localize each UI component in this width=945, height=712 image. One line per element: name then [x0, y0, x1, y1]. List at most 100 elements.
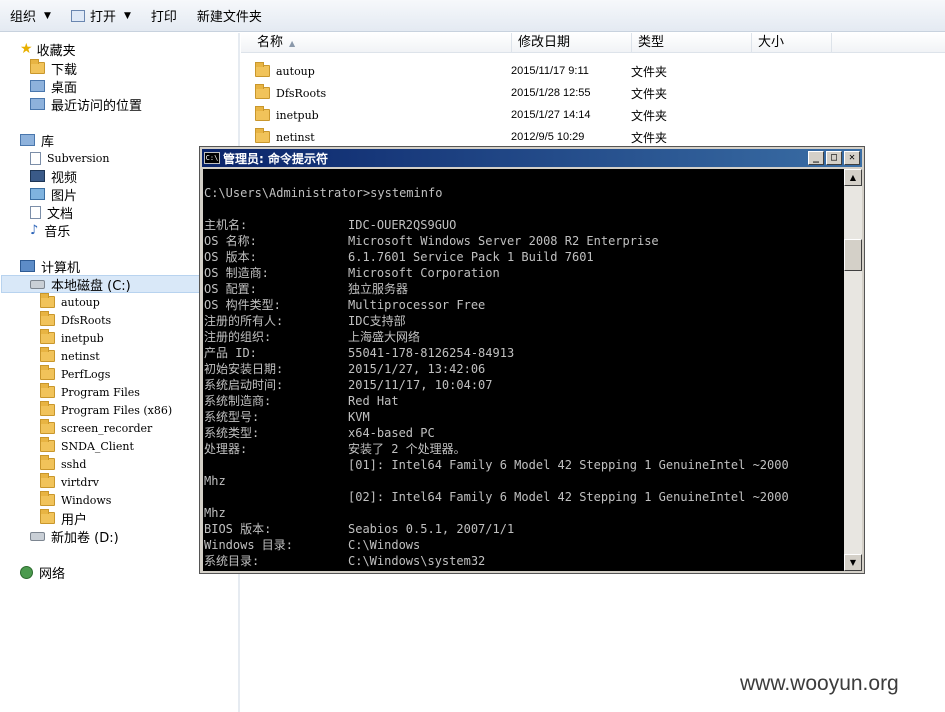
- column-header-modified[interactable]: 修改日期: [512, 33, 632, 53]
- folder-icon: [255, 106, 270, 121]
- scroll-up-icon[interactable]: ▲: [844, 169, 862, 186]
- nav-subversion[interactable]: Subversion: [30, 149, 110, 167]
- nav-computer[interactable]: 计算机: [20, 257, 80, 276]
- chevron-down-icon: ▼: [123, 10, 131, 21]
- systeminfo-key: 产品 ID:: [204, 346, 257, 360]
- nav-folder-users[interactable]: 用户: [40, 509, 87, 528]
- cmd-app-icon[interactable]: C:\: [204, 152, 220, 164]
- systeminfo-value: Multiprocessor Free: [348, 298, 486, 312]
- nav-downloads[interactable]: 下载: [30, 59, 77, 78]
- column-label: 类型: [638, 35, 665, 50]
- folder-icon: [255, 128, 270, 143]
- column-label: 修改日期: [518, 35, 571, 50]
- systeminfo-key: 系统目录:: [204, 554, 260, 568]
- cmd-title-bar[interactable]: C:\ 管理员: 命令提示符 _ □ ✕: [202, 149, 862, 167]
- file-type: 文件夹: [631, 64, 668, 79]
- organize-button[interactable]: 组织 ▼: [0, 4, 61, 28]
- nav-label: Program Files (x86): [61, 403, 173, 417]
- systeminfo-value: Seabios 0.5.1, 2007/1/1: [348, 522, 515, 536]
- nav-desktop[interactable]: 桌面: [30, 77, 78, 96]
- folder-icon: [40, 401, 55, 416]
- column-header-name[interactable]: 名称 ▲: [241, 33, 512, 53]
- systeminfo-value: 安装了 2 个处理器。: [348, 442, 466, 456]
- file-type: 文件夹: [631, 86, 668, 101]
- column-header-size[interactable]: 大小: [752, 33, 832, 53]
- file-row[interactable]: inetpub 2015/1/27 14:14 文件夹: [255, 104, 751, 126]
- column-header-type[interactable]: 类型: [632, 33, 752, 53]
- nav-label: 图片: [51, 188, 78, 204]
- close-button[interactable]: ✕: [844, 151, 860, 165]
- minimize-button[interactable]: _: [808, 151, 824, 165]
- column-label: 大小: [758, 35, 785, 50]
- nav-libraries[interactable]: 库: [20, 131, 54, 150]
- nav-favorites[interactable]: ★ 收藏夹: [20, 40, 76, 59]
- systeminfo-value: C:\Windows\system32: [348, 554, 486, 568]
- nav-label: 桌面: [51, 80, 78, 96]
- video-icon: [30, 170, 45, 182]
- nav-label: screen_recorder: [61, 421, 153, 435]
- folder-icon: [40, 347, 55, 362]
- systeminfo-key: 初始安装日期:: [204, 362, 284, 376]
- nav-folder-screen-recorder[interactable]: screen_recorder: [40, 419, 152, 437]
- organize-label: 组织: [10, 10, 37, 25]
- file-name: DfsRoots: [276, 86, 327, 100]
- document-icon: [30, 205, 41, 219]
- nav-label: 文档: [47, 206, 74, 222]
- systeminfo-value: KVM: [348, 410, 370, 424]
- systeminfo-value: 2015/1/27, 13:42:06: [348, 362, 486, 376]
- nav-folder-dfsroots[interactable]: DfsRoots: [40, 311, 111, 329]
- nav-folder-inetpub[interactable]: inetpub: [40, 329, 104, 347]
- console-scrollbar[interactable]: ▲ ▼: [844, 169, 862, 571]
- systeminfo-value: [02]: Intel64 Family 6 Model 42 Stepping…: [348, 490, 789, 504]
- nav-folder-windows[interactable]: Windows: [40, 491, 111, 509]
- file-row[interactable]: DfsRoots 2015/1/28 12:55 文件夹: [255, 82, 751, 104]
- nav-folder-perflogs[interactable]: PerfLogs: [40, 365, 110, 383]
- folder-icon: [40, 455, 55, 470]
- column-header-bar: 名称 ▲ 修改日期 类型 大小: [241, 33, 945, 53]
- file-name: netinst: [276, 130, 315, 144]
- nav-folder-virtdrv[interactable]: virtdrv: [40, 473, 99, 491]
- nav-music[interactable]: ♪ 音乐: [30, 221, 70, 240]
- file-row[interactable]: autoup 2015/11/17 9:11 文件夹: [255, 60, 751, 82]
- music-icon: ♪: [30, 222, 39, 238]
- open-button[interactable]: 打开 ▼: [61, 4, 141, 28]
- file-name-cell: DfsRoots: [255, 84, 511, 100]
- systeminfo-key: 主机名:: [204, 218, 248, 232]
- systeminfo-key: 处理器:: [204, 442, 248, 456]
- print-button[interactable]: 打印: [141, 4, 187, 28]
- nav-folder-autoup[interactable]: autoup: [40, 293, 100, 311]
- nav-folder-netinst[interactable]: netinst: [40, 347, 100, 365]
- nav-folder-program-files[interactable]: Program Files: [40, 383, 140, 401]
- nav-documents[interactable]: 文档: [30, 203, 74, 222]
- nav-label: inetpub: [61, 331, 104, 345]
- systeminfo-value: 上海盛大网络: [348, 330, 421, 344]
- nav-network[interactable]: 网络: [20, 563, 65, 582]
- window-controls: _ □ ✕: [808, 151, 860, 165]
- command-prompt-window[interactable]: C:\ 管理员: 命令提示符 _ □ ✕ C:\Users\Administra…: [199, 146, 865, 574]
- file-row[interactable]: netinst 2012/9/5 10:29 文件夹: [255, 126, 751, 148]
- scroll-down-icon[interactable]: ▼: [844, 554, 862, 571]
- nav-new-volume-d[interactable]: 新加卷 (D:): [30, 527, 119, 546]
- drive-icon: [30, 279, 45, 289]
- nav-recent-places[interactable]: 最近访问的位置: [30, 95, 142, 114]
- file-name-cell: inetpub: [255, 106, 511, 122]
- systeminfo-key: Mhz: [204, 506, 226, 520]
- nav-label: Program Files: [61, 385, 140, 399]
- nav-videos[interactable]: 视频: [30, 167, 77, 186]
- open-label: 打开: [89, 10, 116, 25]
- maximize-button[interactable]: □: [826, 151, 842, 165]
- nav-folder-program-files-x86[interactable]: Program Files (x86): [40, 401, 172, 419]
- nav-folder-snda-client[interactable]: SNDA_Client: [40, 437, 134, 455]
- systeminfo-key: OS 名称:: [204, 234, 257, 248]
- file-date: 2012/9/5 10:29: [511, 131, 585, 143]
- file-type: 文件夹: [631, 130, 668, 145]
- column-label: 名称: [257, 35, 284, 50]
- new-folder-button[interactable]: 新建文件夹: [187, 4, 272, 28]
- console-output[interactable]: C:\Users\Administrator>systeminfo 主机名: ID…: [203, 169, 844, 571]
- file-date: 2015/11/17 9:11: [511, 65, 589, 77]
- systeminfo-value: 独立服务器: [348, 282, 409, 296]
- scroll-thumb[interactable]: [844, 239, 862, 271]
- downloads-folder-icon: [30, 59, 45, 74]
- nav-folder-sshd[interactable]: sshd: [40, 455, 86, 473]
- nav-pictures[interactable]: 图片: [30, 185, 78, 204]
